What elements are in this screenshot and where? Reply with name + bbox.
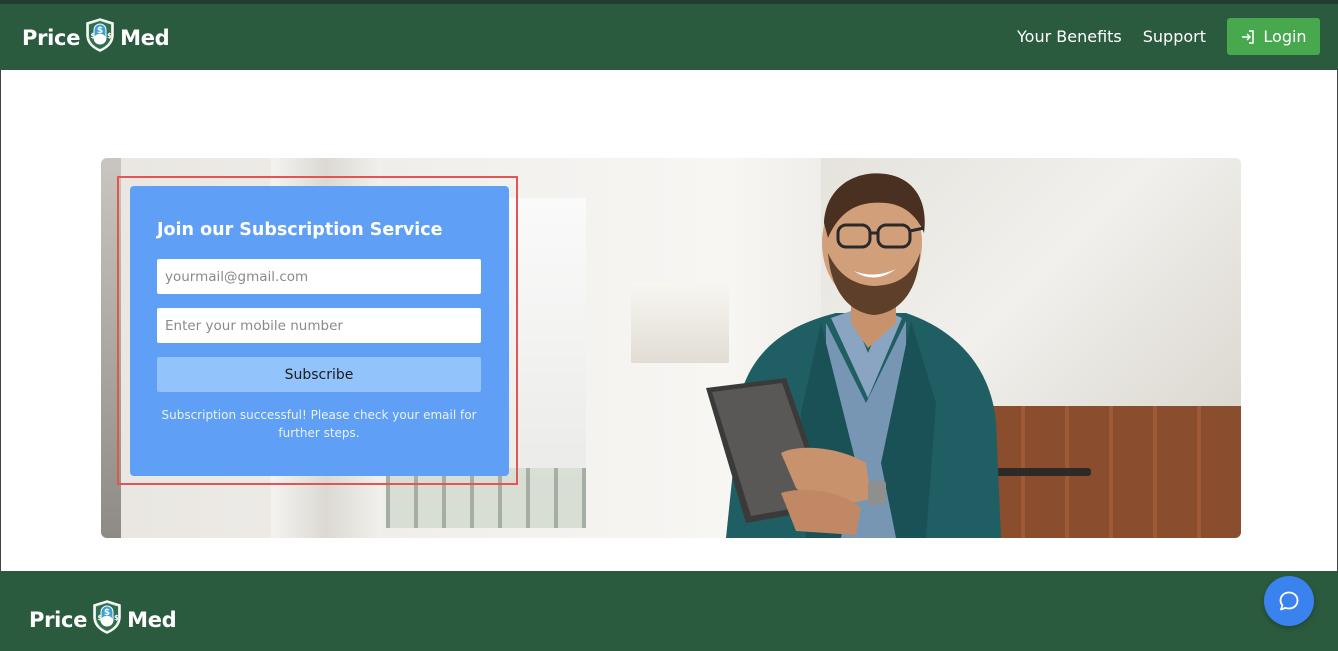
svg-text:$: $ [97,26,103,36]
svg-text:$: $ [104,608,110,618]
svg-text:$: $ [91,32,96,40]
shield-pill-icon: $ $ $ [85,18,115,57]
subscription-status-message: Subscription successful! Please check yo… [161,408,477,440]
email-field[interactable] [157,259,481,294]
login-arrow-icon [1242,29,1255,44]
chat-button[interactable] [1264,576,1314,626]
chat-bubble-icon [1279,591,1299,611]
svg-text:$: $ [114,614,119,622]
logo-text-price: Price [22,25,81,50]
page-left-border [0,70,1,571]
footer-logo[interactable]: Price $ $ $ Med [29,600,177,639]
hero-person-with-tablet [706,173,1001,538]
site-header: Price $ $ $ Med Your Benefits Support Lo… [0,4,1338,70]
login-button[interactable]: Login [1227,18,1320,55]
site-footer: Price $ $ $ Med [0,571,1338,651]
footer-logo-text-price: Price [29,607,88,632]
nav-support[interactable]: Support [1143,27,1206,46]
subscription-title: Join our Subscription Service [157,220,443,240]
subscription-card: Join our Subscription Service Subscribe … [130,186,509,476]
mobile-field[interactable] [157,308,481,343]
nav-your-benefits[interactable]: Your Benefits [1017,27,1122,46]
shield-pill-icon: $ $ $ [92,600,122,639]
svg-text:$: $ [98,614,103,622]
header-logo[interactable]: Price $ $ $ Med [22,18,170,57]
svg-text:$: $ [107,32,112,40]
login-label: Login [1263,27,1307,46]
logo-text-med: Med [120,25,170,50]
main-nav: Your Benefits Support Login [996,18,1320,55]
subscribe-button[interactable]: Subscribe [157,357,481,392]
footer-logo-text-med: Med [127,607,177,632]
